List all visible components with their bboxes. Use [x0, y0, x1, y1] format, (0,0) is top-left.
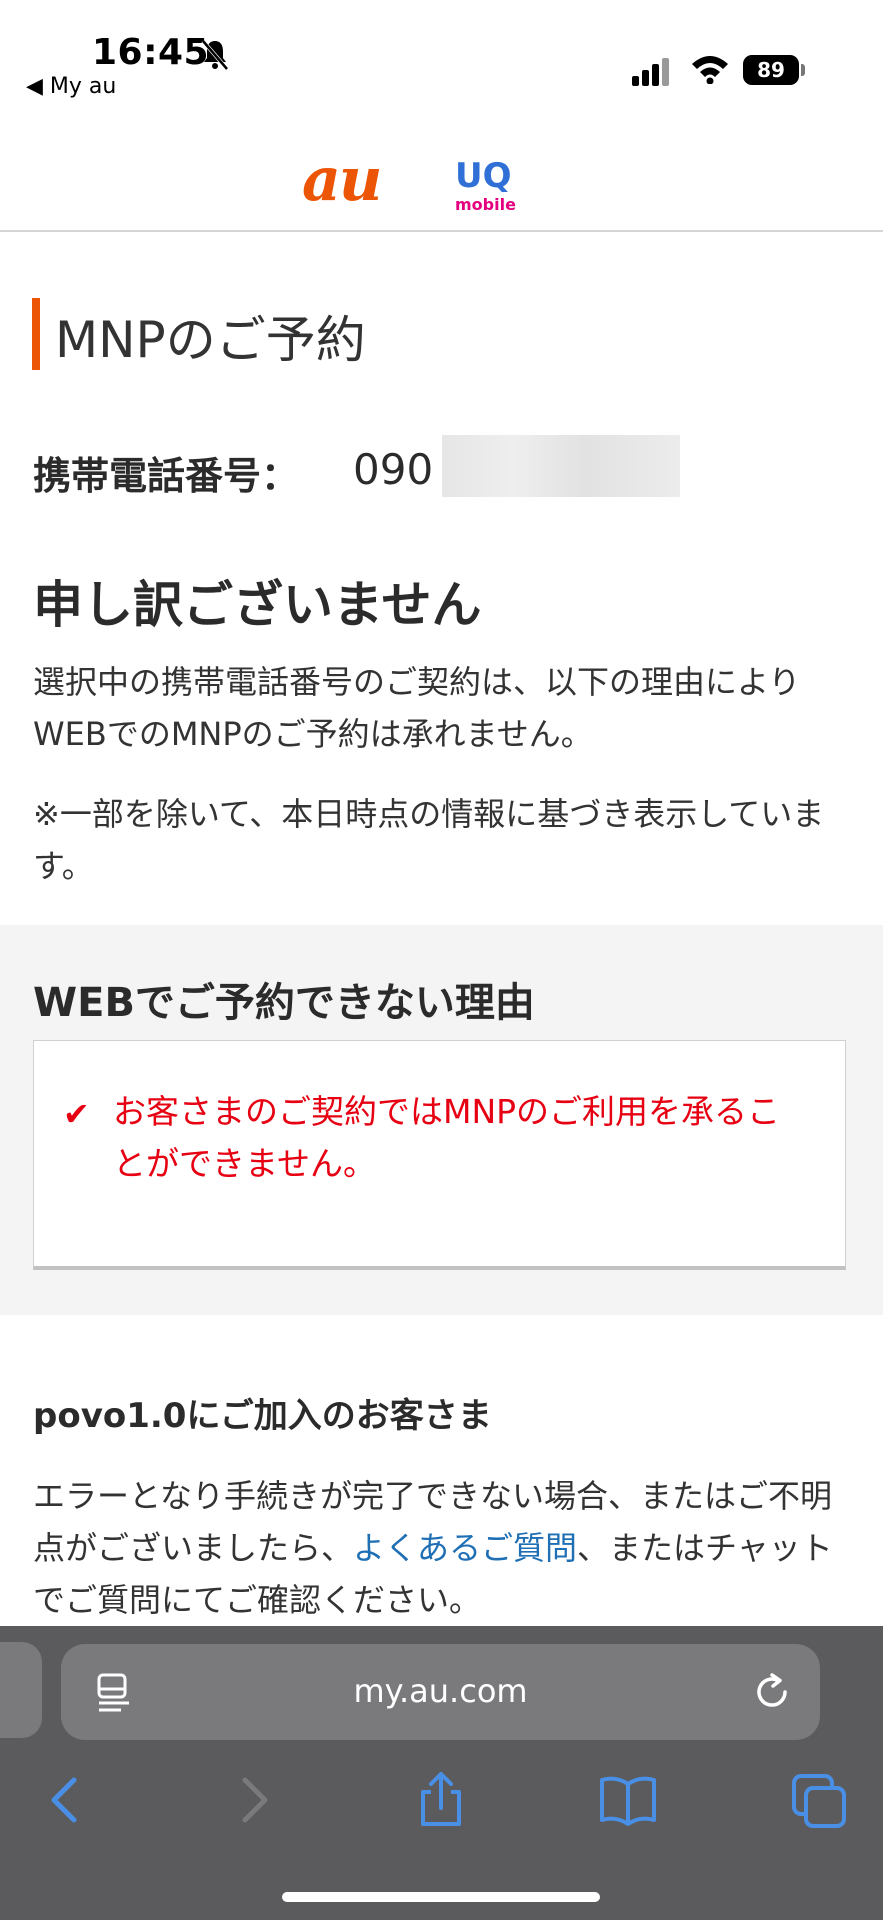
- url-text[interactable]: my.au.com: [61, 1672, 820, 1710]
- povo-heading: povo1.0にご加入のお客さま: [33, 1396, 492, 1436]
- uq-logo-text: UQ: [455, 156, 512, 196]
- back-to-app-link[interactable]: ◀ My au: [26, 74, 116, 99]
- share-icon[interactable]: [411, 1770, 471, 1830]
- cellular-signal-icon: [632, 58, 672, 86]
- error-heading: 申し訳ございません: [33, 576, 482, 634]
- povo-help-text: エラーとなり手続きが完了できない場合、またはご不明点がございましたら、よくあるご…: [33, 1470, 863, 1626]
- back-icon[interactable]: [34, 1770, 94, 1830]
- bookmarks-icon[interactable]: [598, 1770, 658, 1830]
- battery-icon: 89: [743, 55, 799, 85]
- checkmark-icon: ✔: [63, 1095, 90, 1133]
- battery-tip: [801, 64, 805, 76]
- error-message: 選択中の携帯電話番号のご契約は、以下の理由によりWEBでのMNPのご予約は承れま…: [33, 663, 801, 753]
- previous-tab-peek[interactable]: [0, 1642, 42, 1738]
- faq-link[interactable]: よくあるご質問: [353, 1529, 577, 1567]
- title-accent-bar: [32, 298, 40, 370]
- au-logo[interactable]: au: [302, 150, 382, 210]
- home-indicator: [282, 1892, 600, 1902]
- reason-item: お客さまのご契約ではMNPのご利用を承ることができません。: [113, 1092, 781, 1183]
- uq-logo-subtext: mobile: [455, 195, 516, 214]
- phone-number-label: 携帯電話番号：: [33, 454, 300, 498]
- info-note: ※一部を除いて、本日時点の情報に基づき表示しています。: [33, 795, 825, 885]
- uq-mobile-logo[interactable]: UQ mobile: [451, 158, 521, 218]
- header-divider: [0, 230, 883, 232]
- page-title: MNPのご予約: [55, 311, 366, 369]
- reload-icon[interactable]: [752, 1672, 792, 1712]
- phone-number-value: 090: [353, 445, 434, 494]
- bell-muted-icon: [201, 39, 229, 71]
- reasons-heading: WEBでご予約できない理由: [33, 980, 535, 1026]
- wifi-icon: [692, 56, 728, 84]
- status-time: 16:45: [92, 32, 210, 73]
- tabs-icon[interactable]: [790, 1770, 850, 1830]
- phone-number-redacted: [442, 435, 680, 497]
- forward-icon[interactable]: [225, 1770, 285, 1830]
